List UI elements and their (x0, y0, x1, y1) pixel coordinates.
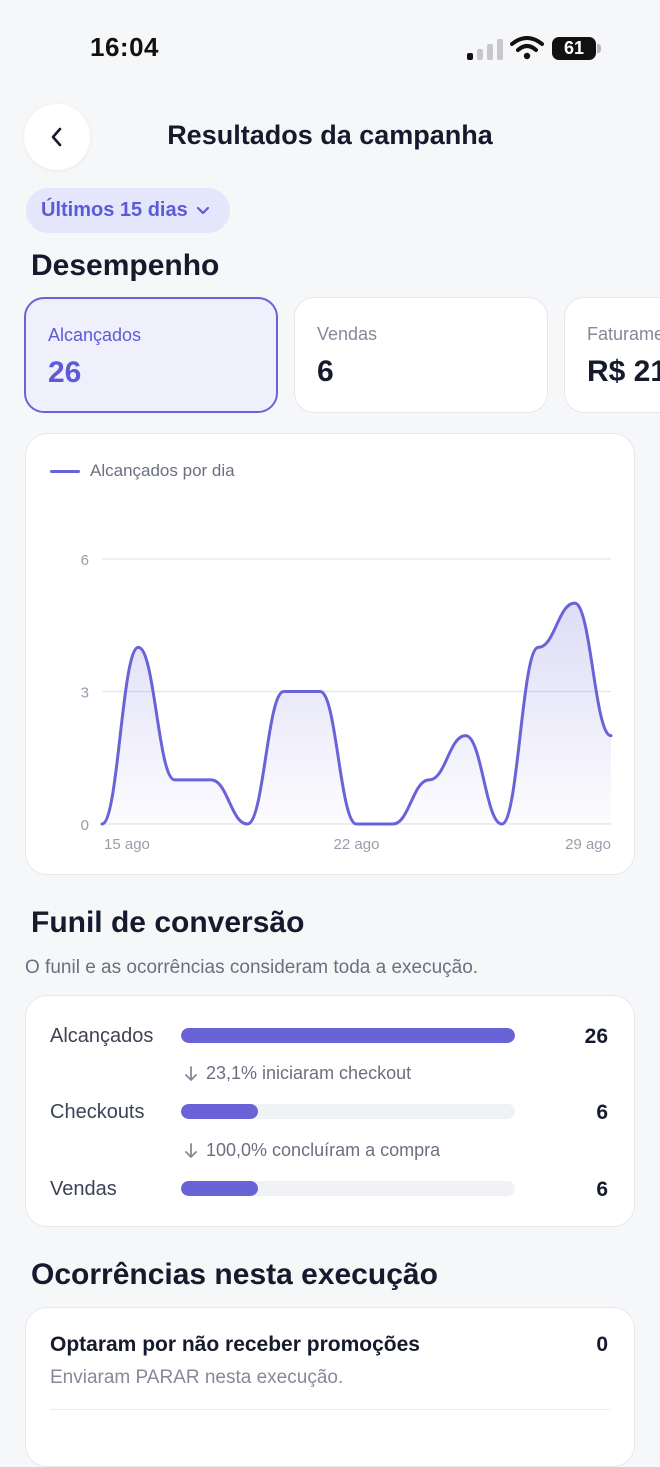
funnel-bar-track (181, 1028, 515, 1043)
battery-icon: 61 (552, 37, 596, 60)
x-tick-label: 29 ago (565, 836, 611, 853)
funnel-row-value: 6 (596, 1101, 608, 1124)
funnel-subtitle: O funil e as ocorrências consideram toda… (25, 957, 479, 978)
reached-per-day-chart: Alcançados por dia 6 3 0 15 ago 22 ago 29 ago (25, 433, 635, 875)
funnel-bar-fill (181, 1028, 515, 1043)
status-time: 16:04 (90, 32, 159, 62)
x-tick-label: 15 ago (104, 836, 150, 853)
series-area (102, 603, 611, 824)
funnel-bar-track (181, 1104, 515, 1119)
cellular-signal-icon (467, 38, 503, 60)
chevron-down-icon (196, 206, 209, 214)
funnel-row-value: 26 (584, 1025, 608, 1048)
funnel-row-value: 6 (596, 1178, 608, 1201)
battery-cap (597, 44, 601, 53)
metric-card-reached[interactable]: Alcançados 26 (24, 297, 278, 413)
occurrences-card: Optaram por não receber promoções Enviar… (25, 1307, 635, 1467)
occurrences-title: Ocorrências nesta execução (31, 1258, 438, 1291)
funnel-title: Funil de conversão (31, 906, 305, 939)
funnel-step: 100,0% concluíram a compra (184, 1140, 440, 1161)
occurrence-value: 0 (596, 1333, 608, 1356)
y-tick-label: 0 (81, 817, 89, 834)
period-filter-label: Últimos 15 dias (41, 199, 188, 221)
funnel-card: Alcançados 26 23,1% iniciaram checkout C… (25, 995, 635, 1227)
period-filter-button[interactable]: Últimos 15 dias (26, 188, 230, 233)
x-tick-label: 22 ago (334, 836, 380, 853)
performance-title: Desempenho (31, 249, 220, 282)
metric-label: Alcançados (48, 325, 142, 345)
funnel-step-label: 100,0% concluíram a compra (206, 1140, 441, 1160)
y-tick-label: 3 (81, 685, 89, 702)
metric-card-sales[interactable]: Vendas 6 (294, 297, 548, 413)
funnel-step-label: 23,1% iniciaram checkout (206, 1063, 412, 1083)
funnel-row-label: Alcançados (50, 1025, 154, 1047)
funnel-row-label: Vendas (50, 1178, 117, 1200)
metric-label: Vendas (317, 324, 378, 344)
funnel-bar-fill (181, 1181, 259, 1196)
occurrence-title: Optaram por não receber promoções (50, 1333, 420, 1356)
metric-card-revenue[interactable]: Faturamento R$ 21 (564, 297, 660, 413)
metric-value: 6 (317, 355, 334, 388)
status-bar: 16:04 61 (0, 0, 660, 96)
chart-plot: 6 3 0 15 ago 22 ago 29 ago (81, 552, 613, 853)
funnel-bar-track (181, 1181, 515, 1196)
page-title: Resultados da campanha (167, 120, 493, 150)
arrow-down-icon (185, 1065, 197, 1081)
metric-value: 26 (48, 356, 82, 389)
funnel-step: 23,1% iniciaram checkout (184, 1063, 411, 1084)
metric-value: R$ 21 (587, 355, 660, 388)
metric-label: Faturamento (587, 324, 660, 344)
divider (50, 1409, 610, 1410)
arrow-down-icon (185, 1142, 197, 1158)
occurrence-description: Enviaram PARAR nesta execução. (50, 1367, 344, 1388)
wifi-icon (510, 36, 544, 60)
funnel-bar-fill (181, 1104, 259, 1119)
y-tick-label: 6 (81, 552, 89, 569)
funnel-row-label: Checkouts (50, 1101, 145, 1123)
